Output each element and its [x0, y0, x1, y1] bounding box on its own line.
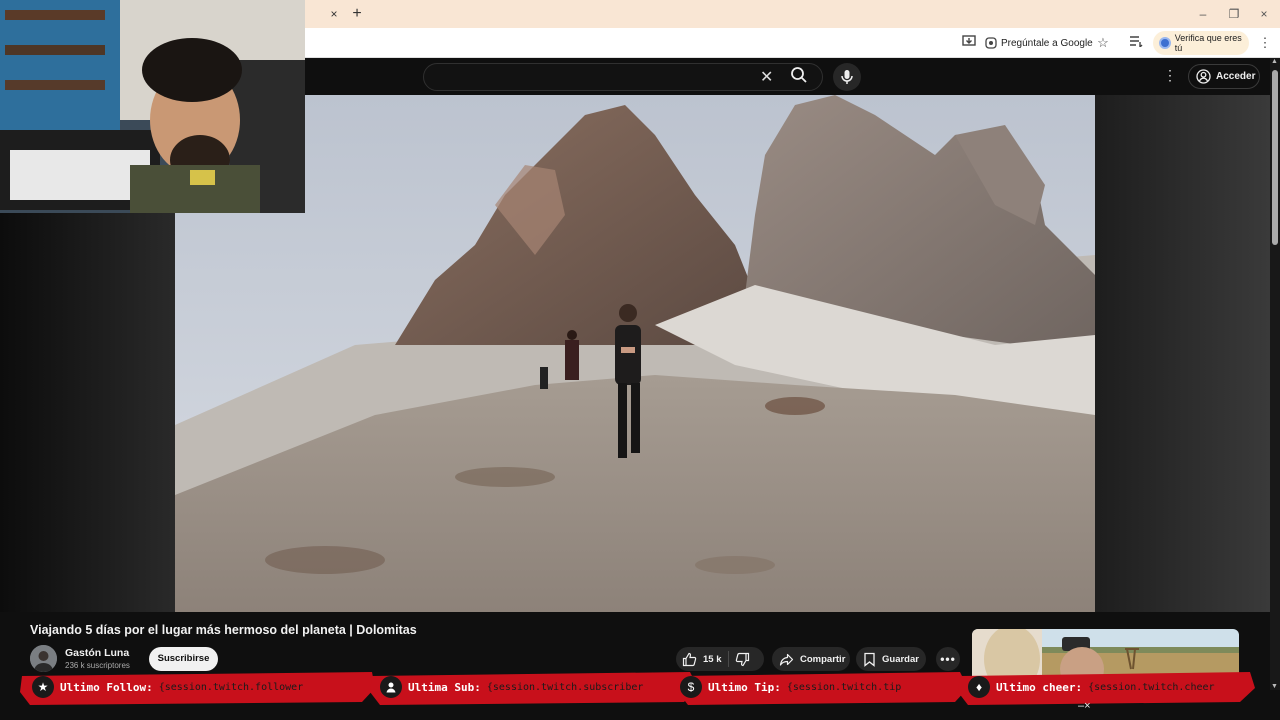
search-icon[interactable]: [790, 66, 812, 88]
minimize-button[interactable]: –: [1188, 4, 1218, 24]
page-scrollbar[interactable]: ▲ ▼: [1270, 58, 1280, 690]
coin-icon: $: [680, 676, 702, 698]
verify-label: Verifica que eres tú: [1174, 33, 1242, 53]
lens-icon: [985, 37, 997, 49]
bookmark-star-icon[interactable]: ☆: [1094, 34, 1112, 52]
last-follow-label: Ultimo Follow:: [60, 680, 153, 694]
last-sub-label: Ultima Sub:: [408, 680, 481, 694]
more-horizontal-icon: •••: [940, 652, 956, 666]
restore-button[interactable]: ❐: [1219, 4, 1249, 24]
webcam-overlay: [0, 0, 305, 213]
last-cheer-label: Ultimo cheer:: [996, 680, 1083, 694]
new-tab-button[interactable]: +: [347, 4, 367, 24]
last-follow-value: {session.twitch.follower: [158, 681, 304, 693]
microphone-icon[interactable]: [833, 63, 861, 91]
profile-dot-icon: [1159, 37, 1171, 49]
ask-google-label: Pregúntale a Google: [1001, 37, 1093, 49]
diamond-icon: ♦: [968, 676, 990, 698]
star-icon: ★: [32, 676, 54, 698]
dislike-button[interactable]: [735, 652, 750, 667]
overlay-close-icon[interactable]: –×: [1078, 700, 1091, 712]
share-icon: [779, 653, 794, 666]
clear-search-icon[interactable]: ✕: [760, 67, 773, 87]
browser-tab-bar: × + – ❐ ×: [305, 0, 1280, 28]
install-app-icon[interactable]: [960, 34, 978, 52]
more-options-icon[interactable]: ⋮: [1163, 67, 1177, 84]
verify-identity-button[interactable]: Verifica que eres tú: [1153, 31, 1249, 55]
reading-list-icon[interactable]: [1127, 34, 1145, 52]
thumbs-down-icon: [735, 652, 749, 666]
video-frame: [175, 95, 1095, 612]
ask-google-button[interactable]: Pregúntale a Google: [985, 33, 1093, 53]
browser-toolbar: Pregúntale a Google ☆ Verifica que eres …: [305, 28, 1280, 58]
share-label: Compartir: [800, 653, 846, 665]
sign-in-button[interactable]: Acceder: [1188, 64, 1260, 89]
last-tip-segment: $ Ultimo Tip: {session.twitch.tip: [680, 673, 901, 701]
close-window-button[interactable]: ×: [1249, 4, 1279, 24]
account-icon: [1196, 69, 1211, 84]
like-count: 15 k: [703, 653, 722, 665]
last-cheer-value: {session.twitch.cheer: [1088, 681, 1215, 693]
browser-menu-icon[interactable]: ⋮: [1256, 34, 1274, 52]
tab-close-button[interactable]: ×: [325, 5, 343, 23]
scroll-up-icon[interactable]: ▲: [1271, 58, 1278, 65]
last-tip-label: Ultimo Tip:: [708, 680, 781, 694]
last-tip-value: {session.twitch.tip: [786, 681, 902, 693]
bookmark-icon: [864, 652, 875, 667]
youtube-header: ✕ ⋮ Acceder: [305, 58, 1270, 95]
like-button[interactable]: 15 k: [682, 652, 722, 667]
sign-in-label: Acceder: [1216, 71, 1256, 82]
last-sub-segment: Ultima Sub: {session.twitch.subscriber: [380, 673, 643, 701]
video-title: Viajando 5 días por el lugar más hermoso…: [30, 623, 417, 637]
video-player[interactable]: [175, 95, 1095, 612]
user-icon: [380, 676, 402, 698]
save-label: Guardar: [882, 653, 919, 665]
channel-name[interactable]: Gastón Luna: [65, 647, 129, 659]
last-sub-value: {session.twitch.subscriber: [486, 681, 644, 693]
like-divider: [727, 651, 729, 667]
last-follow-segment: ★ Ultimo Follow: {session.twitch.followe…: [32, 673, 303, 701]
last-cheer-segment: ♦ Ultimo cheer: {session.twitch.cheer: [968, 673, 1215, 701]
scroll-thumb[interactable]: [1272, 70, 1278, 245]
thumbs-up-icon: [682, 652, 697, 666]
webcam-image: [0, 0, 305, 213]
